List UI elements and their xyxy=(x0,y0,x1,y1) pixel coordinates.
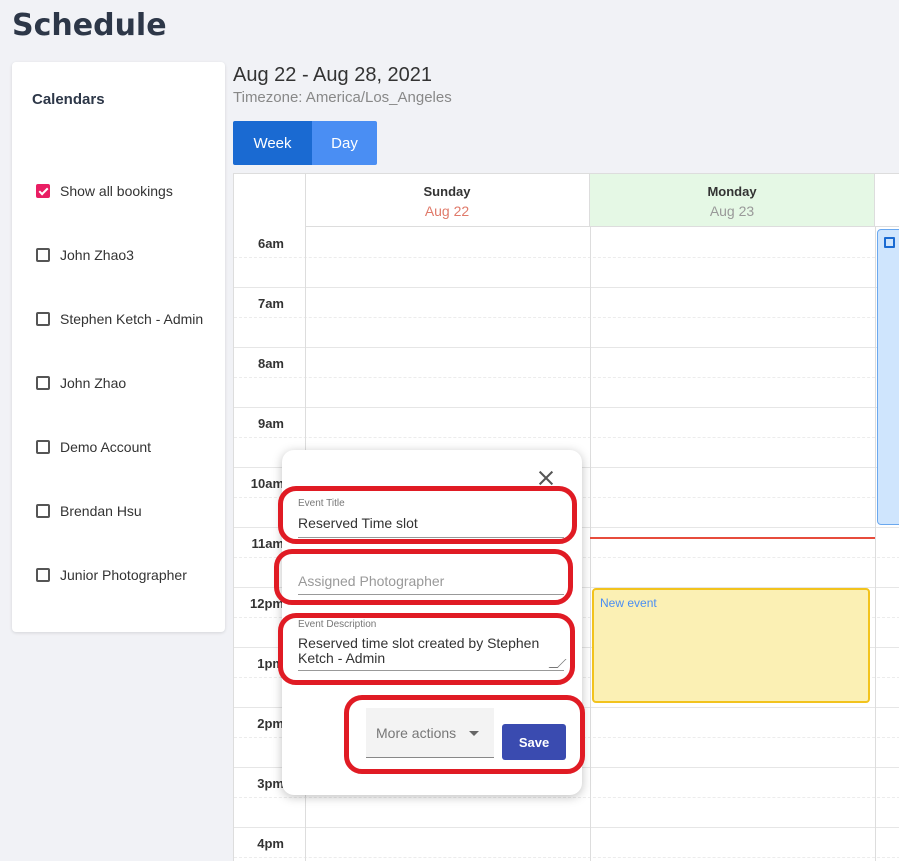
field-underline xyxy=(298,670,564,671)
close-icon[interactable] xyxy=(536,468,556,488)
more-actions-dropdown[interactable]: More actions xyxy=(366,708,494,758)
time-label: 2pm xyxy=(257,716,284,731)
event-title-field[interactable]: Event Title Reserved Time slot xyxy=(298,498,564,538)
tuesday-event[interactable] xyxy=(877,229,899,525)
current-time-indicator xyxy=(590,537,875,539)
calendar-item-label: Brendan Hsu xyxy=(60,503,142,519)
calendar-item-demo-account[interactable]: Demo Account xyxy=(36,437,151,457)
calendar-item-john-zhao3[interactable]: John Zhao3 xyxy=(36,245,134,265)
calendar-item-label: Stephen Ketch - Admin xyxy=(60,311,204,327)
half-hour-line xyxy=(234,797,899,798)
calendar-item-label: Show all bookings xyxy=(60,183,173,199)
time-column-header xyxy=(234,174,306,228)
time-label: 8am xyxy=(257,356,284,371)
save-button[interactable]: Save xyxy=(502,724,566,760)
assigned-photographer-input[interactable]: Assigned Photographer xyxy=(298,573,564,589)
day-date: Aug 23 xyxy=(709,203,755,219)
sidebar-title: Calendars xyxy=(32,91,105,108)
event-description-label: Event Description xyxy=(298,619,377,630)
calendar-item-label: Demo Account xyxy=(60,439,152,455)
more-actions-label: More actions xyxy=(376,725,457,741)
half-hour-line xyxy=(234,317,899,318)
edit-icon xyxy=(884,237,895,248)
hour-line xyxy=(234,347,899,348)
day-header-monday[interactable]: Monday Aug 23 xyxy=(590,174,875,227)
event-editor-popup: Event Title Reserved Time slot Assigned … xyxy=(282,450,582,795)
calendar-item-label: John Zhao xyxy=(60,375,127,391)
calendar-item-stephen-ketch-admin[interactable]: Stephen Ketch - Admin xyxy=(36,309,203,329)
time-label: 4pm xyxy=(257,836,284,851)
half-hour-line xyxy=(234,437,899,438)
calendar-item-junior-photographer[interactable]: Junior Photographer xyxy=(36,565,187,585)
day-header-sunday[interactable]: Sunday Aug 22 xyxy=(305,174,590,227)
event-description-field[interactable]: Event Description Reserved time slot cre… xyxy=(298,619,567,671)
checkbox-icon[interactable] xyxy=(36,440,50,454)
day-header-tuesday[interactable] xyxy=(875,174,899,227)
event-title-label: Event Title xyxy=(298,498,345,509)
time-label: 9am xyxy=(257,416,284,431)
column-divider xyxy=(590,227,591,861)
resize-grip-icon[interactable] xyxy=(548,659,567,668)
page-title: Schedule xyxy=(12,8,167,43)
column-divider xyxy=(875,227,876,861)
hour-line xyxy=(234,827,899,828)
event-title-input[interactable]: Reserved Time slot xyxy=(298,515,564,531)
checkbox-icon[interactable] xyxy=(36,248,50,262)
field-underline xyxy=(298,537,564,538)
half-hour-line xyxy=(234,857,899,858)
calendar-item-show-all-bookings[interactable]: Show all bookings xyxy=(36,181,173,201)
checkbox-icon[interactable] xyxy=(36,376,50,390)
time-label: 6am xyxy=(257,236,284,251)
time-label: 1pm xyxy=(257,656,284,671)
caret-down-icon xyxy=(469,731,479,736)
checkbox-checked-icon[interactable] xyxy=(36,184,50,198)
view-toggle: Week Day xyxy=(233,121,377,165)
timezone-label: Timezone: America/Los_Angeles xyxy=(233,89,452,106)
checkbox-icon[interactable] xyxy=(36,504,50,518)
time-label: 10am xyxy=(250,476,284,491)
half-hour-line xyxy=(234,377,899,378)
day-view-button[interactable]: Day xyxy=(312,121,377,165)
calendar-item-label: John Zhao3 xyxy=(60,247,134,263)
half-hour-line xyxy=(234,257,899,258)
week-view-button[interactable]: Week xyxy=(233,121,312,165)
assigned-photographer-field[interactable]: Assigned Photographer xyxy=(298,573,564,595)
hour-line xyxy=(234,407,899,408)
checkbox-icon[interactable] xyxy=(36,312,50,326)
date-range: Aug 22 - Aug 28, 2021 xyxy=(233,64,433,86)
calendar-item-brendan-hsu[interactable]: Brendan Hsu xyxy=(36,501,142,521)
time-label: 11am xyxy=(251,536,284,551)
calendars-sidebar: Calendars Show all bookings John Zhao3 S… xyxy=(12,62,225,632)
time-label: 7am xyxy=(257,296,284,311)
day-date: Aug 22 xyxy=(424,203,470,219)
day-name: Sunday xyxy=(423,184,471,199)
time-label: 12pm xyxy=(250,596,284,611)
checkbox-icon[interactable] xyxy=(36,568,50,582)
day-name: Monday xyxy=(707,184,757,199)
new-event-block[interactable]: New event xyxy=(592,588,870,703)
event-description-textarea[interactable]: Reserved time slot created by Stephen Ke… xyxy=(298,636,548,666)
field-underline xyxy=(298,594,564,595)
calendar-item-john-zhao[interactable]: John Zhao xyxy=(36,373,126,393)
hour-line xyxy=(234,287,899,288)
time-label: 3pm xyxy=(257,776,284,791)
new-event-label: New event xyxy=(600,596,657,610)
calendar-item-label: Junior Photographer xyxy=(60,567,187,583)
